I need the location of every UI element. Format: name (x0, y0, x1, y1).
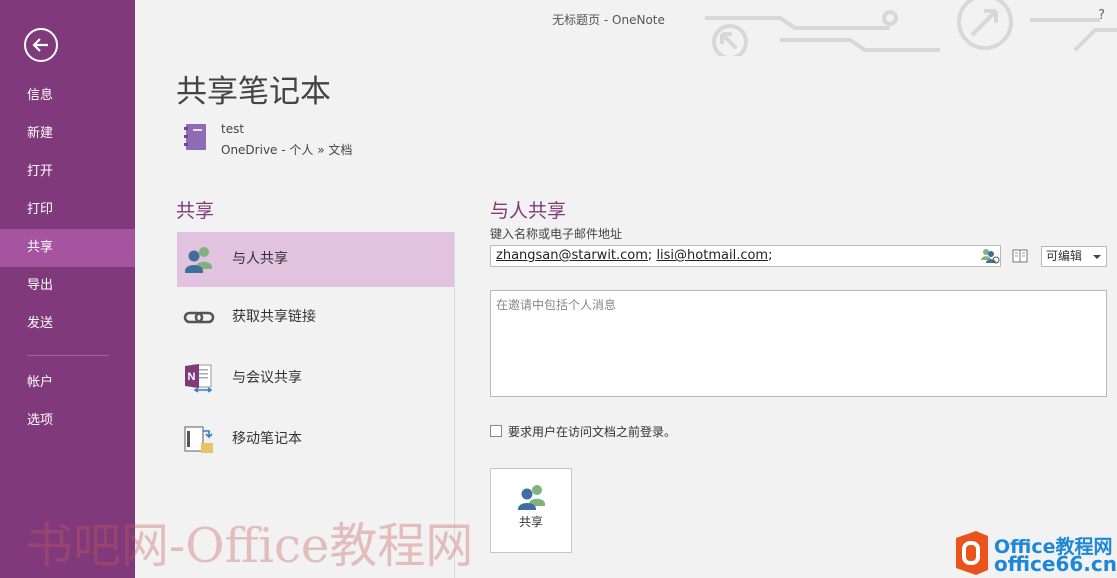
address-book-icon[interactable] (1012, 249, 1028, 263)
move-notebook-option[interactable]: 移动笔记本 (177, 412, 454, 467)
link-icon (183, 311, 215, 324)
people-icon (185, 247, 212, 273)
people-icon (518, 485, 545, 510)
back-arrow-icon (32, 38, 48, 52)
recipient-address: zhangsan@starwit.com (496, 248, 648, 263)
recipient-address: lisi@hotmail.com (656, 248, 769, 263)
nav-info[interactable]: 信息 (0, 77, 135, 115)
backstage-sidebar: 信息 新建 打开 打印 共享 导出 发送 帐户 选项 (0, 0, 135, 578)
invite-people-input[interactable]: zhangsan@starwit.com; lisi@hotmail.com; (490, 245, 1001, 267)
chevron-down-icon (1093, 255, 1101, 259)
nav-options[interactable]: 选项 (0, 402, 135, 440)
permission-dropdown[interactable]: 可编辑 (1041, 246, 1107, 267)
share-option-label: 与人共享 (232, 251, 288, 267)
require-signin-label: 要求用户在访问文档之前登录。 (508, 425, 677, 439)
share-button[interactable]: 共享 (490, 468, 572, 553)
nav-divider (27, 355, 109, 356)
svg-text:N: N (188, 371, 196, 383)
nav-export[interactable]: 导出 (0, 267, 135, 305)
watermark-text: 书吧网-Office教程网 (25, 518, 474, 574)
notebook-location: OneDrive - 个人 » 文档 (221, 143, 353, 157)
circuit-decoration-icon (705, 0, 1117, 56)
invite-input-label: 键入名称或电子邮件地址 (490, 227, 623, 241)
nav-account[interactable]: 帐户 (0, 364, 135, 402)
require-signin-checkbox[interactable] (490, 425, 502, 437)
page-title: 共享笔记本 (176, 74, 331, 110)
onenote-meeting-icon: N (185, 364, 213, 393)
share-section-heading: 共享 (176, 200, 215, 222)
share-option-label: 获取共享链接 (232, 309, 316, 325)
personal-message-input[interactable]: 在邀请中包括个人消息 (490, 290, 1107, 397)
nav-send[interactable]: 发送 (0, 305, 135, 343)
move-notebook-icon (184, 426, 213, 453)
share-with-meeting-option[interactable]: N 与会议共享 (177, 351, 454, 406)
watermark-logo-line2: office66.cn (994, 552, 1117, 576)
share-with-people-option[interactable]: 与人共享 (177, 232, 454, 287)
check-names-icon[interactable] (980, 248, 1000, 264)
share-button-label: 共享 (518, 515, 543, 529)
nav-open[interactable]: 打开 (0, 153, 135, 191)
nav-new[interactable]: 新建 (0, 115, 135, 153)
notebook-icon (184, 124, 206, 150)
share-option-label: 移动笔记本 (232, 431, 302, 447)
get-sharing-link-option[interactable]: 获取共享链接 (177, 290, 454, 345)
share-option-label: 与会议共享 (232, 370, 302, 386)
nav-share[interactable]: 共享 (0, 229, 135, 267)
notebook-name: test (221, 122, 245, 136)
back-button[interactable] (24, 28, 58, 62)
nav-print[interactable]: 打印 (0, 191, 135, 229)
permission-value: 可编辑 (1046, 249, 1083, 263)
share-with-people-heading: 与人共享 (490, 200, 567, 222)
